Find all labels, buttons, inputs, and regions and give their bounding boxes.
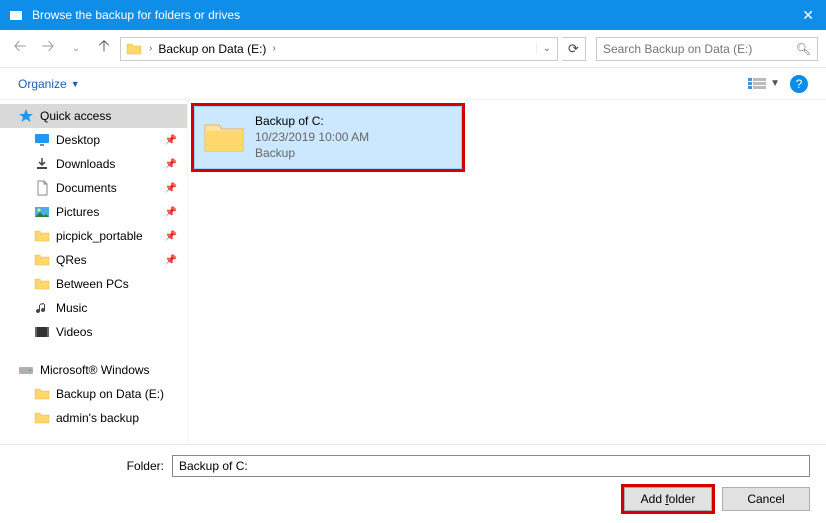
folder-icon	[203, 119, 245, 155]
tree-item-pictures[interactable]: Pictures 📌	[0, 200, 187, 224]
organize-menu[interactable]: Organize ▼	[18, 77, 80, 91]
pin-icon: 📌	[165, 231, 177, 242]
chevron-down-icon: ▼	[770, 78, 780, 89]
chevron-right-icon[interactable]: ›	[147, 43, 154, 54]
download-icon	[34, 156, 50, 172]
search-icon[interactable]: 🔍︎	[790, 42, 817, 56]
document-icon	[34, 180, 50, 196]
pin-icon: 📌	[165, 207, 177, 218]
tree-item-label: Videos	[56, 325, 92, 339]
folder-icon	[34, 228, 50, 244]
folder-label: Folder:	[16, 459, 164, 473]
tree-item-picpick[interactable]: picpick_portable 📌	[0, 224, 187, 248]
search-input[interactable]	[597, 42, 790, 56]
tree-item-documents[interactable]: Documents 📌	[0, 176, 187, 200]
tree-item-label: admin's backup	[56, 411, 139, 425]
tree-item-downloads[interactable]: Downloads 📌	[0, 152, 187, 176]
refresh-button[interactable]: ⟳	[562, 37, 586, 61]
pin-icon: 📌	[165, 183, 177, 194]
folder-icon	[34, 252, 50, 268]
tree-item-admins-backup[interactable]: admin's backup	[0, 406, 187, 430]
folder-icon	[34, 276, 50, 292]
video-icon	[34, 324, 50, 340]
music-icon	[34, 300, 50, 316]
item-type: Backup	[255, 145, 369, 161]
list-item[interactable]: Backup of C: 10/23/2019 10:00 AM Backup	[194, 106, 462, 169]
tree-item-label: Desktop	[56, 133, 100, 147]
tree-item-music[interactable]: Music	[0, 296, 187, 320]
tree-item-label: Music	[56, 301, 87, 315]
titlebar: Browse the backup for folders or drives …	[0, 0, 826, 30]
tree-label: Microsoft® Windows	[40, 363, 150, 377]
folder-icon	[34, 386, 50, 402]
close-icon[interactable]: ✕	[798, 7, 818, 24]
recent-dropdown[interactable]: ⌄	[64, 37, 88, 61]
folder-icon	[125, 40, 143, 58]
back-button[interactable]: 🡠	[8, 37, 32, 61]
item-date: 10/23/2019 10:00 AM	[255, 129, 369, 145]
help-button[interactable]: ?	[790, 75, 808, 93]
forward-button: 🡢	[36, 37, 60, 61]
pin-icon: 📌	[165, 255, 177, 266]
view-icon	[748, 77, 766, 91]
chevron-down-icon: ▼	[71, 79, 80, 89]
tree-item-label: Downloads	[56, 157, 115, 171]
organize-label: Organize	[18, 77, 67, 91]
tree-quick-access[interactable]: Quick access	[0, 104, 187, 128]
view-button[interactable]: ▼	[748, 77, 780, 91]
nav-tree: Quick access Desktop 📌 Downloads 📌 Docum…	[0, 100, 188, 444]
tree-item-backup-data[interactable]: Backup on Data (E:)	[0, 382, 187, 406]
folder-input[interactable]	[172, 455, 810, 477]
chevron-right-icon[interactable]: ›	[270, 43, 277, 54]
tree-item-label: picpick_portable	[56, 229, 143, 243]
address-bar[interactable]: › Backup on Data (E:) › ⌄	[120, 37, 558, 61]
tree-item-label: Documents	[56, 181, 117, 195]
cancel-button[interactable]: Cancel	[722, 487, 810, 511]
tree-item-label: Between PCs	[56, 277, 129, 291]
tree-item-label: Backup on Data (E:)	[56, 387, 164, 401]
tree-microsoft-windows[interactable]: Microsoft® Windows	[0, 358, 187, 382]
toolbar: Organize ▼ ▼ ?	[0, 68, 826, 100]
address-dropdown[interactable]: ⌄	[536, 43, 557, 54]
body: Quick access Desktop 📌 Downloads 📌 Docum…	[0, 100, 826, 444]
content-pane[interactable]: Backup of C: 10/23/2019 10:00 AM Backup	[188, 100, 826, 444]
tree-label: Quick access	[40, 109, 111, 123]
tree-item-label: Pictures	[56, 205, 99, 219]
folder-icon	[34, 410, 50, 426]
picture-icon	[34, 204, 50, 220]
pin-icon: 📌	[165, 135, 177, 146]
star-icon	[18, 108, 34, 124]
navbar: 🡠 🡢 ⌄ 🡡 › Backup on Data (E:) › ⌄ ⟳ 🔍︎	[0, 30, 826, 68]
cancel-label: Cancel	[747, 492, 784, 506]
search-box[interactable]: 🔍︎	[596, 37, 818, 61]
tree-item-label: QRes	[56, 253, 87, 267]
tree-item-desktop[interactable]: Desktop 📌	[0, 128, 187, 152]
up-button[interactable]: 🡡	[92, 37, 116, 61]
tree-item-videos[interactable]: Videos	[0, 320, 187, 344]
tree-item-between-pcs[interactable]: Between PCs	[0, 272, 187, 296]
drive-icon	[18, 362, 34, 378]
item-name: Backup of C:	[255, 113, 369, 129]
add-folder-button[interactable]: Add folder	[624, 487, 712, 511]
breadcrumb-root[interactable]: Backup on Data (E:)	[154, 42, 270, 56]
tree-item-qres[interactable]: QRes 📌	[0, 248, 187, 272]
pin-icon: 📌	[165, 159, 177, 170]
app-icon	[8, 7, 24, 23]
window-title: Browse the backup for folders or drives	[32, 8, 798, 22]
footer: Folder: Add folder Cancel	[0, 444, 826, 521]
desktop-icon	[34, 132, 50, 148]
